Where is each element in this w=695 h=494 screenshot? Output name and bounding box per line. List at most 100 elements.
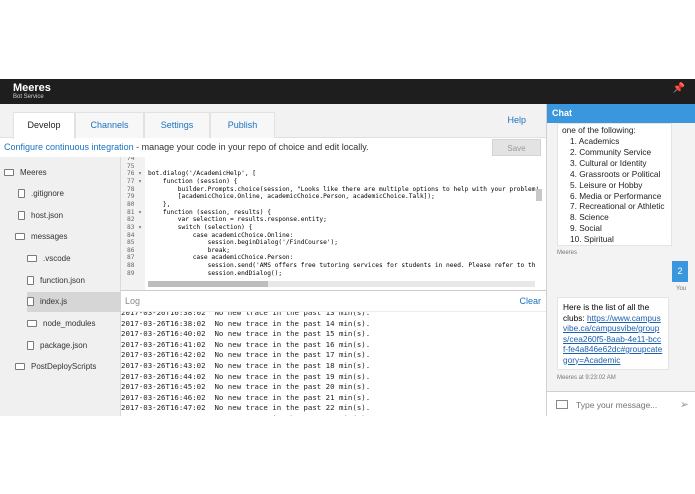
tab-develop[interactable]: Develop [13, 112, 75, 139]
code-text: builder.Prompts.choice(session, "Looks l… [148, 185, 540, 193]
ci-info-text: - manage your code in your repo of choic… [133, 142, 369, 152]
chat-option-item[interactable]: 3. Cultural or Identity [570, 158, 647, 168]
chat-option-item[interactable]: 9. Social [570, 223, 602, 233]
bot-subtitle: Bot Service [13, 94, 44, 100]
user-message-meta: You [676, 286, 687, 292]
chat-option-item[interactable]: 8. Science [570, 212, 609, 222]
code-line: 85 session.beginDialog('/FindCourse'); [121, 239, 531, 247]
code-text: session.send('AMS offers free tutoring s… [148, 262, 536, 270]
pin-icon[interactable]: 📌 [673, 83, 685, 94]
code-text: session.endDialog(); [148, 269, 283, 277]
file-icon [27, 276, 34, 286]
bot-name: Meeres [13, 82, 51, 94]
line-number: 83 ▾ [127, 223, 142, 231]
app-header: Meeres Bot Service 📌 [0, 79, 695, 104]
chat-option-item[interactable]: 5. Leisure or Hobby [570, 180, 642, 190]
editor-vertical-scrollbar[interactable] [536, 189, 542, 201]
chat-input-bar: ➢ [547, 391, 695, 416]
code-line: 80 }, [121, 201, 531, 209]
tree-item-vscode[interactable]: .vscode [27, 249, 119, 269]
code-line: 86 break; [121, 247, 531, 255]
clubs-message-meta: Meeres at 9:23:02 AM [557, 375, 616, 381]
tree-item-index-js[interactable]: index.js [27, 292, 121, 312]
folder-icon [27, 320, 37, 328]
ci-info: Configure continuous integration - manag… [4, 142, 369, 152]
line-number: 76 ▾ [127, 170, 142, 178]
tree-item-package-json[interactable]: package.json [27, 336, 119, 356]
line-number: 85 [127, 239, 135, 247]
tree-item-host-json[interactable]: host.json [18, 206, 119, 226]
tree-item-gitignore[interactable]: .gitignore [18, 184, 119, 204]
folder-icon [15, 363, 25, 371]
log-line: 2017-03-26T16:40:02 No new trace in the … [121, 329, 371, 339]
scroll-thumb[interactable] [148, 281, 268, 287]
file-icon [27, 297, 34, 307]
line-number: 84 [127, 231, 135, 239]
code-text: }, [148, 200, 171, 208]
tree-item-function-json[interactable]: function.json [27, 271, 119, 291]
save-button[interactable]: Save [492, 139, 541, 156]
code-line: 81 ▾ function (session, results) { [121, 209, 531, 217]
code-line: 75 [121, 163, 531, 171]
line-number: 87 [127, 254, 135, 262]
chat-option-item[interactable]: 10. Spiritual [570, 234, 614, 244]
help-link[interactable]: Help [507, 115, 526, 125]
image-upload-icon[interactable] [556, 400, 568, 409]
chat-option-item[interactable]: 7. Recreational or Athletic [570, 201, 665, 211]
folder-icon [15, 233, 25, 241]
tree-item-postdeployscripts[interactable]: PostDeployScripts [15, 357, 119, 377]
code-text: case academicChoice.Online: [148, 231, 294, 239]
log-line: 2017-03-26T16:46:02 No new trace in the … [121, 392, 371, 402]
line-number: 81 ▾ [127, 208, 142, 216]
code-editor[interactable]: 74 75 76 ▾ bot.dialog('/AcademicHelp', [77 … [121, 157, 546, 291]
chat-option-item[interactable]: 4. Grassroots or Political [570, 169, 660, 179]
line-number: 82 [127, 216, 135, 224]
log-line: 2017-03-26T16:41:02 No new trace in the … [121, 339, 371, 349]
tree-item-messages[interactable]: messages [15, 227, 119, 247]
chat-panel: Chat one of the following: 1. Academics 2… [546, 104, 695, 416]
line-number: 75 [127, 162, 135, 170]
code-line: 76 ▾ bot.dialog('/AcademicHelp', [ [121, 170, 531, 178]
folder-icon [27, 255, 37, 263]
log-bar: Log Clear [121, 291, 546, 311]
line-number: 78 [127, 185, 135, 193]
log-line: 2017-03-26T16:45:02 No new trace in the … [121, 382, 371, 392]
chat-option-item[interactable]: 1. Academics [570, 136, 619, 146]
chat-option-item[interactable]: 2. Community Service [570, 147, 651, 157]
main-panel: Develop Channels Settings Publish Help C… [0, 104, 546, 416]
tab-channels[interactable]: Channels [75, 112, 144, 138]
log-line: 2017-03-26T16:38:02 No new trace in the … [121, 311, 371, 317]
code-text: bot.dialog('/AcademicHelp', [ [148, 170, 257, 178]
tree-item-meeres[interactable]: Meeres [4, 163, 119, 183]
code-line: 89 session.endDialog(); [121, 270, 531, 278]
code-text: case academicChoice.Person: [148, 254, 294, 262]
bot-clubs-message: Here is the list of all the clubs: https… [557, 297, 669, 370]
code-line: 87 case academicChoice.Person: [121, 254, 531, 262]
code-line: 84 case academicChoice.Online: [121, 232, 531, 240]
chat-option-item[interactable]: 6. Media or Performance [570, 191, 661, 201]
code-line: 82 var selection = results.response.enti… [121, 216, 531, 224]
code-text: [academicChoice.Online, academicChoice.P… [148, 193, 435, 201]
tree-item-node-modules[interactable]: node_modules [27, 314, 119, 334]
code-line: 88 session.send('AMS offers free tutorin… [121, 262, 535, 270]
log-line: 2017-03-26T16:42:02 No new trace in the … [121, 350, 371, 360]
log-output[interactable]: 2017-03-26T16:38:02 No new trace in the … [121, 311, 546, 416]
configure-ci-link[interactable]: Configure continuous integration [4, 142, 134, 152]
code-text: switch (selection) { [148, 223, 253, 231]
tab-publish[interactable]: Publish [210, 112, 275, 138]
bot-message-meta: Meeres [557, 250, 578, 256]
user-message: 2 [672, 261, 688, 282]
tab-settings[interactable]: Settings [144, 112, 210, 138]
code-line: 83 ▾ switch (selection) { [121, 224, 531, 232]
chat-header: Chat [547, 104, 695, 123]
clear-log-button[interactable]: Clear [519, 296, 541, 306]
send-icon[interactable]: ➢ [680, 398, 689, 411]
options-intro: one of the following: [562, 125, 636, 135]
editor-horizontal-scrollbar[interactable] [148, 281, 535, 287]
code-line: 77 ▾ function (session) { [121, 178, 531, 186]
line-number: 89 [127, 269, 135, 277]
code-line: 78 builder.Prompts.choice(session, "Look… [121, 185, 539, 194]
file-icon [18, 189, 25, 199]
chat-message-input[interactable] [576, 397, 666, 412]
line-number: 77 ▾ [127, 177, 142, 185]
